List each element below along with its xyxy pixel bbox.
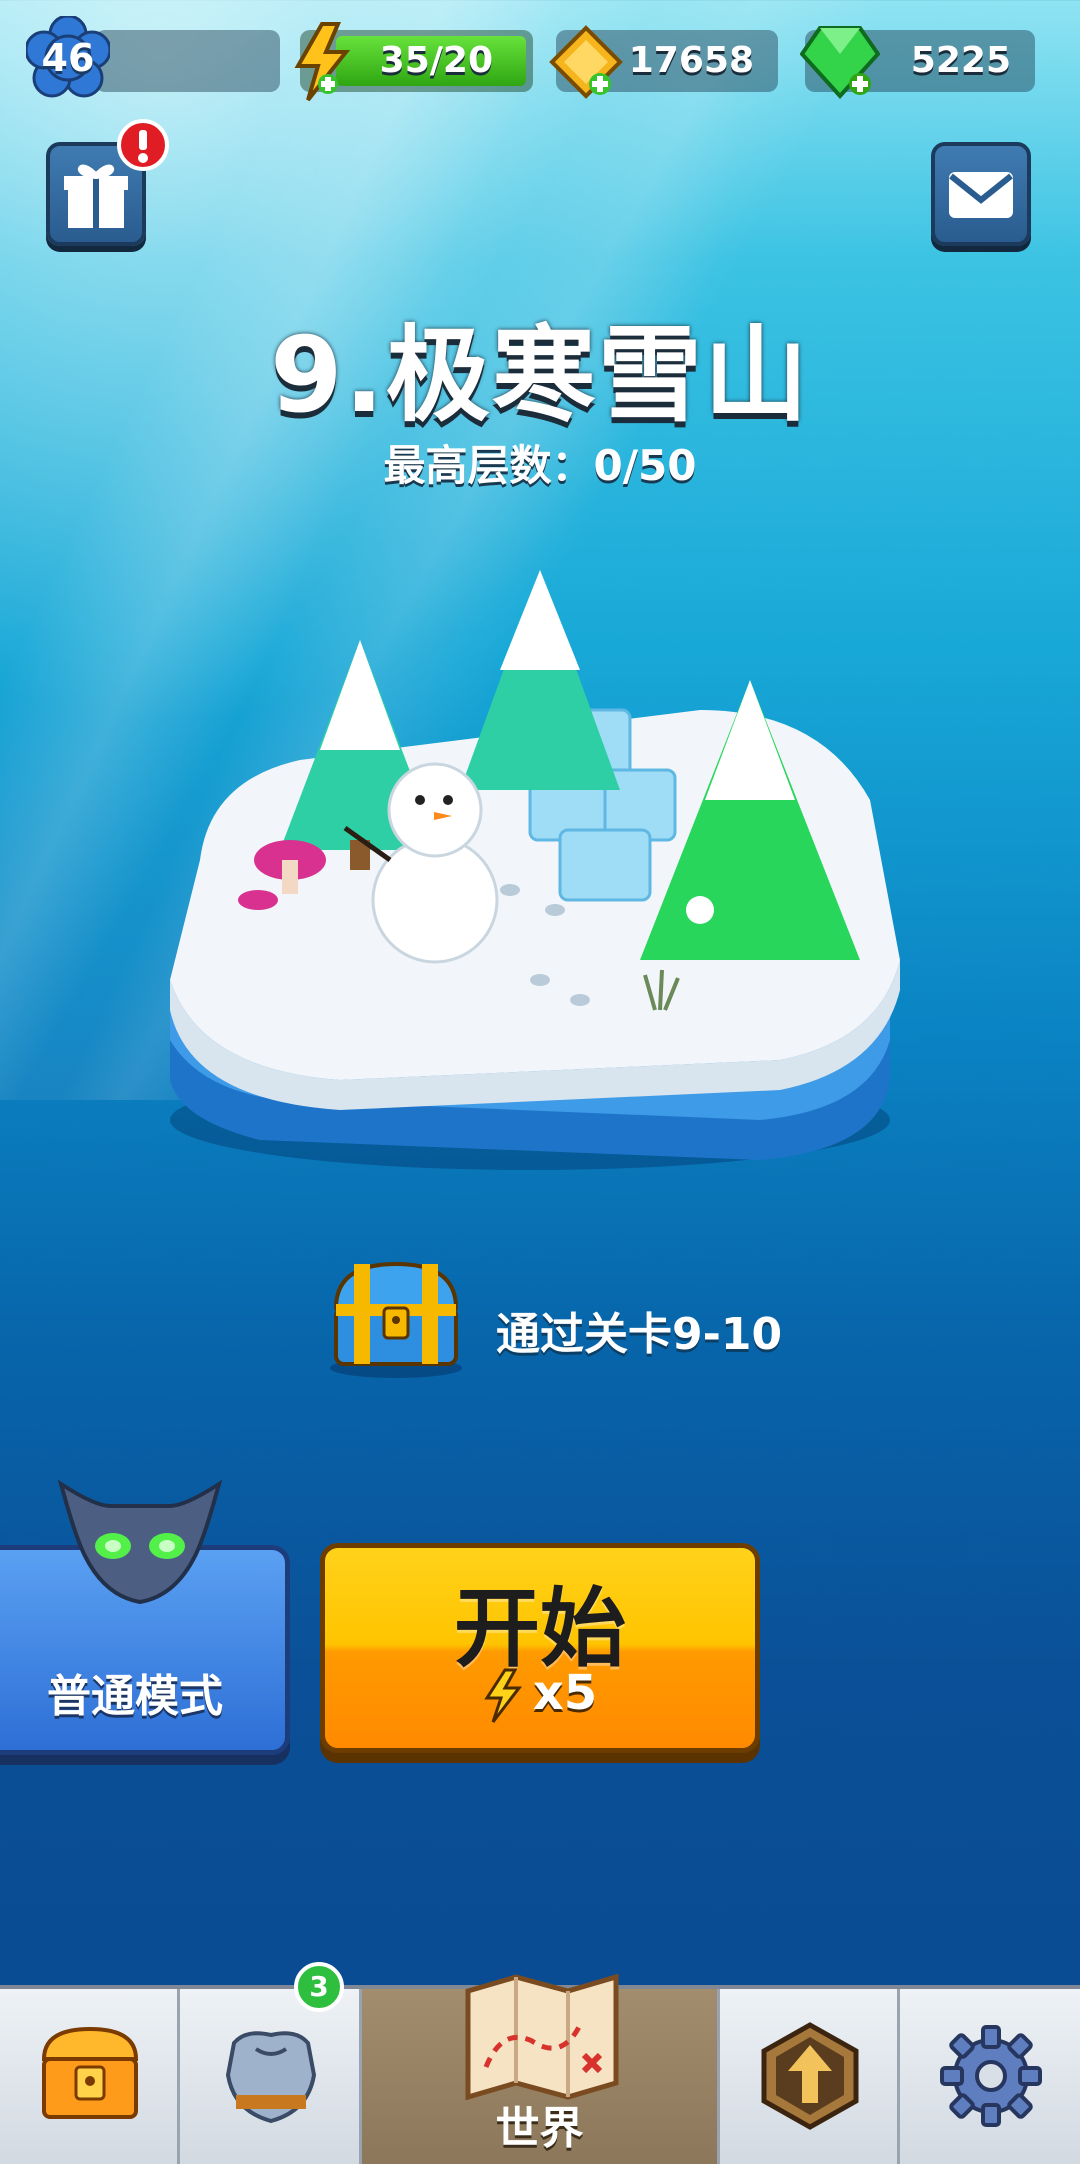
gems-value: 5225 <box>910 40 1011 81</box>
start-cost-value: x5 <box>532 1665 598 1721</box>
snow-island-illustration[interactable] <box>140 560 920 1180</box>
mail-button[interactable] <box>931 142 1031 246</box>
green-gem-icon <box>800 26 880 99</box>
level-badge[interactable]: 46 <box>24 14 112 100</box>
start-button[interactable]: 开始 x5 <box>320 1543 760 1753</box>
equipment-count-badge: 3 <box>294 1962 344 2012</box>
nav-tab-equipment[interactable] <box>180 1989 362 2164</box>
nav-tab-upgrade[interactable] <box>720 1989 900 2164</box>
normal-mode-button[interactable]: 普通模式 <box>0 1479 290 1755</box>
nav-world-label: 世界 <box>495 2103 584 2154</box>
nav-tab-shop[interactable] <box>0 1989 180 2164</box>
reward-condition-text: 通过关卡9-10 <box>496 1309 783 1360</box>
stage-subtitle: 最高层数：0/50 <box>383 441 697 490</box>
mail-icon <box>949 172 1013 218</box>
normal-mode-label: 普通模式 <box>47 1671 223 1722</box>
lightning-icon <box>484 1668 522 1723</box>
nav-tab-world[interactable]: 世界 <box>362 1973 720 2164</box>
lightning-icon <box>294 22 351 102</box>
level-value: 46 <box>41 36 95 80</box>
stage-title: 9.极寒雪山 <box>270 314 810 436</box>
gear-icon <box>940 2025 1042 2127</box>
bottom-nav: 世界 <box>0 1973 1080 2164</box>
gold-ticket-icon <box>549 25 623 99</box>
start-cost: x5 <box>325 1665 755 1724</box>
level-bar <box>95 30 280 92</box>
shop-chest-icon <box>41 2026 139 2119</box>
nav-tab-settings[interactable] <box>900 1989 1080 2164</box>
upgrade-arrow-icon <box>761 2022 859 2130</box>
energy-value: 35/20 <box>379 40 493 81</box>
demon-mask-icon <box>57 1479 223 1605</box>
treasure-chest-icon[interactable] <box>326 1250 466 1380</box>
gold-value: 17658 <box>628 40 754 81</box>
alert-badge-icon <box>117 119 169 171</box>
map-icon <box>465 1973 619 2101</box>
armor-icon <box>225 2031 317 2124</box>
